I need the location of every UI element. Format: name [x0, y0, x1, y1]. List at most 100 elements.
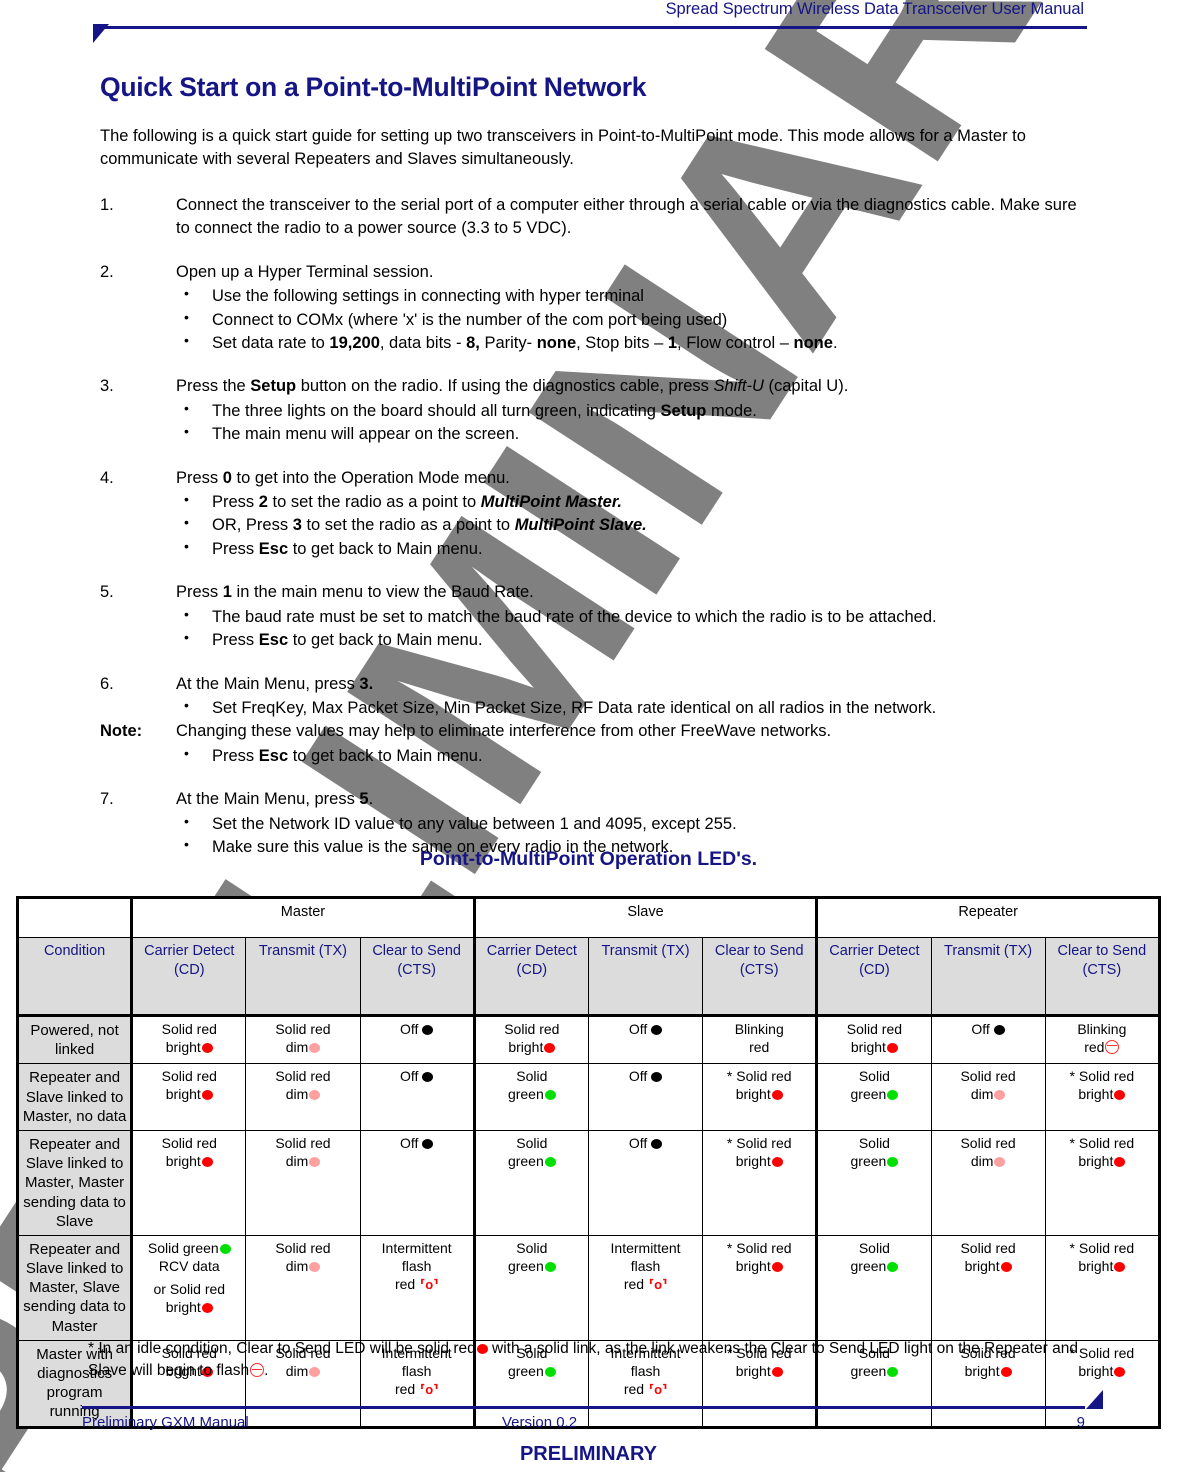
led-dimred-icon [309, 1156, 321, 1167]
table-row: Repeater and Slave linked to Master, Sla… [16, 1234, 1161, 1341]
led-cell-line: Solid [516, 1068, 548, 1085]
led-cell-line: green [821, 1153, 927, 1171]
led-cell-line: bright [136, 1086, 242, 1104]
led-cell: Solid red bright [930, 1234, 1046, 1341]
table-row: Powered, not linked Solid red bright Solid … [16, 1013, 1161, 1065]
page-header: Spread Spectrum Wireless Data Transceive… [0, 0, 1177, 43]
led-cell: Solid red dim [930, 1129, 1046, 1236]
led-cell-line: Blinking [734, 1021, 784, 1037]
led-cell: Solid red dim [245, 1013, 361, 1065]
led-cell-line: Solid red [846, 1021, 903, 1037]
document-page: Spread Spectrum Wireless Data Transceive… [0, 0, 1177, 1472]
column-header-3: Clear to Send (CTS) [359, 937, 475, 1016]
led-green-icon [887, 1090, 899, 1101]
led-dimred-icon [994, 1090, 1006, 1101]
quick-start-steps: 1. Connect the transceiver to the serial … [100, 194, 1080, 860]
led-cell: * Solid red bright [1044, 1063, 1161, 1131]
page-title: Quick Start on a Point-to-MultiPoint Net… [100, 72, 647, 102]
led-cell-line: bright [1049, 1258, 1155, 1276]
column-header-5: Transmit (TX) [587, 937, 704, 1016]
led-cell-line: * Solid red [726, 1239, 792, 1256]
step-sub-item: The three lights on the board should all… [176, 399, 1080, 423]
step-number: 4. [100, 468, 114, 487]
step-note: Note: Changing these values may help to e… [100, 720, 1080, 743]
led-cell-line: Solid red [275, 1021, 331, 1037]
led-cell-line: Intermittent [610, 1239, 681, 1256]
step-number: 1. [100, 195, 114, 214]
column-header-2: Transmit (TX) [245, 937, 361, 1016]
led-cell: Solid green [815, 1129, 932, 1236]
led-cell-line: Off [935, 1021, 1042, 1039]
led-cell: Solid green [472, 1234, 589, 1341]
led-cell-line: dim [935, 1153, 1042, 1171]
footer-version: Version 0.2 [502, 1414, 578, 1431]
led-cell: Solid green RCV data or Solid red bright [130, 1234, 247, 1341]
led-cell-line: bright [706, 1153, 812, 1171]
led-cell-line: bright [479, 1039, 585, 1057]
led-cell: Solid red dim [245, 1234, 361, 1341]
led-cell-line: Solid [858, 1239, 890, 1256]
step-text: At the Main Menu, press 5. [176, 790, 374, 809]
led-cell: Solid red dim [245, 1063, 361, 1131]
led-red-icon [544, 1042, 556, 1053]
step-item: 2. Open up a Hyper Terminal session. Use t… [100, 261, 1080, 356]
step-sub-list: Use the following settings in connecting… [176, 284, 1080, 355]
led-table-footnote: * In an idle condition, Clear to Send LE… [88, 1338, 1088, 1383]
led-red-icon [1114, 1090, 1126, 1101]
led-cell: Solid red dim [930, 1063, 1046, 1131]
step-text: Open up a Hyper Terminal session. [176, 262, 434, 281]
led-cell-line: green [479, 1153, 585, 1171]
led-cell-line: Solid red [161, 1068, 217, 1085]
led-black-icon [422, 1072, 434, 1083]
led-cell-line: bright [935, 1258, 1042, 1276]
footnote-text-part1: * In an idle condition, Clear to Send LE… [88, 1340, 476, 1357]
led-intermittent-flash-icon: ⸢o⸣ [420, 1276, 439, 1292]
row-condition: Repeater and Slave linked to Master, Mas… [16, 1129, 133, 1236]
led-cell-line: red [1049, 1039, 1155, 1057]
led-cell-line: Solid green [136, 1240, 242, 1258]
step-sub-item: The baud rate must be set to match the b… [176, 605, 1080, 629]
led-cell-line: Solid [516, 1239, 548, 1256]
step-sub-list: Press 2 to set the radio as a point to M… [176, 490, 1080, 561]
led-cell: * Solid red bright [1044, 1129, 1161, 1236]
led-cell-line: or Solid red [153, 1280, 226, 1297]
led-blinking-icon [1105, 1039, 1120, 1054]
led-intermittent-flash-icon: ⸢o⸣ [649, 1276, 668, 1292]
led-cell-line: flash [630, 1257, 661, 1274]
group-header-blank [16, 897, 133, 938]
led-cell-line: Solid [858, 1134, 890, 1151]
led-cell: Off [930, 1013, 1046, 1065]
led-cell-line: bright [1049, 1153, 1155, 1171]
led-cell-line: Off [592, 1068, 699, 1086]
led-cell-line: * Solid red [726, 1068, 792, 1085]
step-number: 7. [100, 790, 114, 809]
column-header-0: Condition [16, 937, 133, 1016]
led-cell-line: bright [706, 1258, 812, 1276]
led-cell: Intermittent flash red ⸢o⸣ [359, 1234, 475, 1341]
led-cell: Solid red bright [130, 1063, 247, 1131]
led-cell-line: bright [136, 1299, 242, 1317]
led-red-icon [771, 1261, 783, 1272]
led-cell-line: green [821, 1258, 927, 1276]
step-sub-item: Set data rate to 19,200, data bits - 8, … [176, 331, 1080, 355]
led-cell-line: green [479, 1086, 585, 1104]
row-condition: Repeater and Slave linked to Master, no … [16, 1063, 133, 1131]
step-sub-item: Set the Network ID value to any value be… [176, 812, 1080, 836]
led-cell: Solid red bright [130, 1129, 247, 1236]
led-dimred-icon [309, 1042, 321, 1053]
column-header-8: Transmit (TX) [930, 937, 1046, 1016]
led-red-icon [476, 1344, 488, 1354]
led-cell-line: * Solid red [1069, 1239, 1135, 1256]
step-sub-item: Use the following settings in connecting… [176, 284, 1080, 308]
led-red-icon [201, 1042, 213, 1053]
led-cell-line: dim [249, 1153, 356, 1171]
led-cell: Solid green [815, 1234, 932, 1341]
led-cell: Solid red bright [130, 1013, 247, 1065]
led-cell-line: red ⸢o⸣ [394, 1275, 439, 1292]
row-condition: Repeater and Slave linked to Master, Sla… [16, 1234, 133, 1341]
led-red-icon [201, 1156, 213, 1167]
led-cell: Blinking red [702, 1013, 818, 1065]
led-red-icon [1114, 1156, 1126, 1167]
step-text: Connect the transceiver to the serial po… [176, 195, 1077, 238]
led-red-icon [771, 1090, 783, 1101]
